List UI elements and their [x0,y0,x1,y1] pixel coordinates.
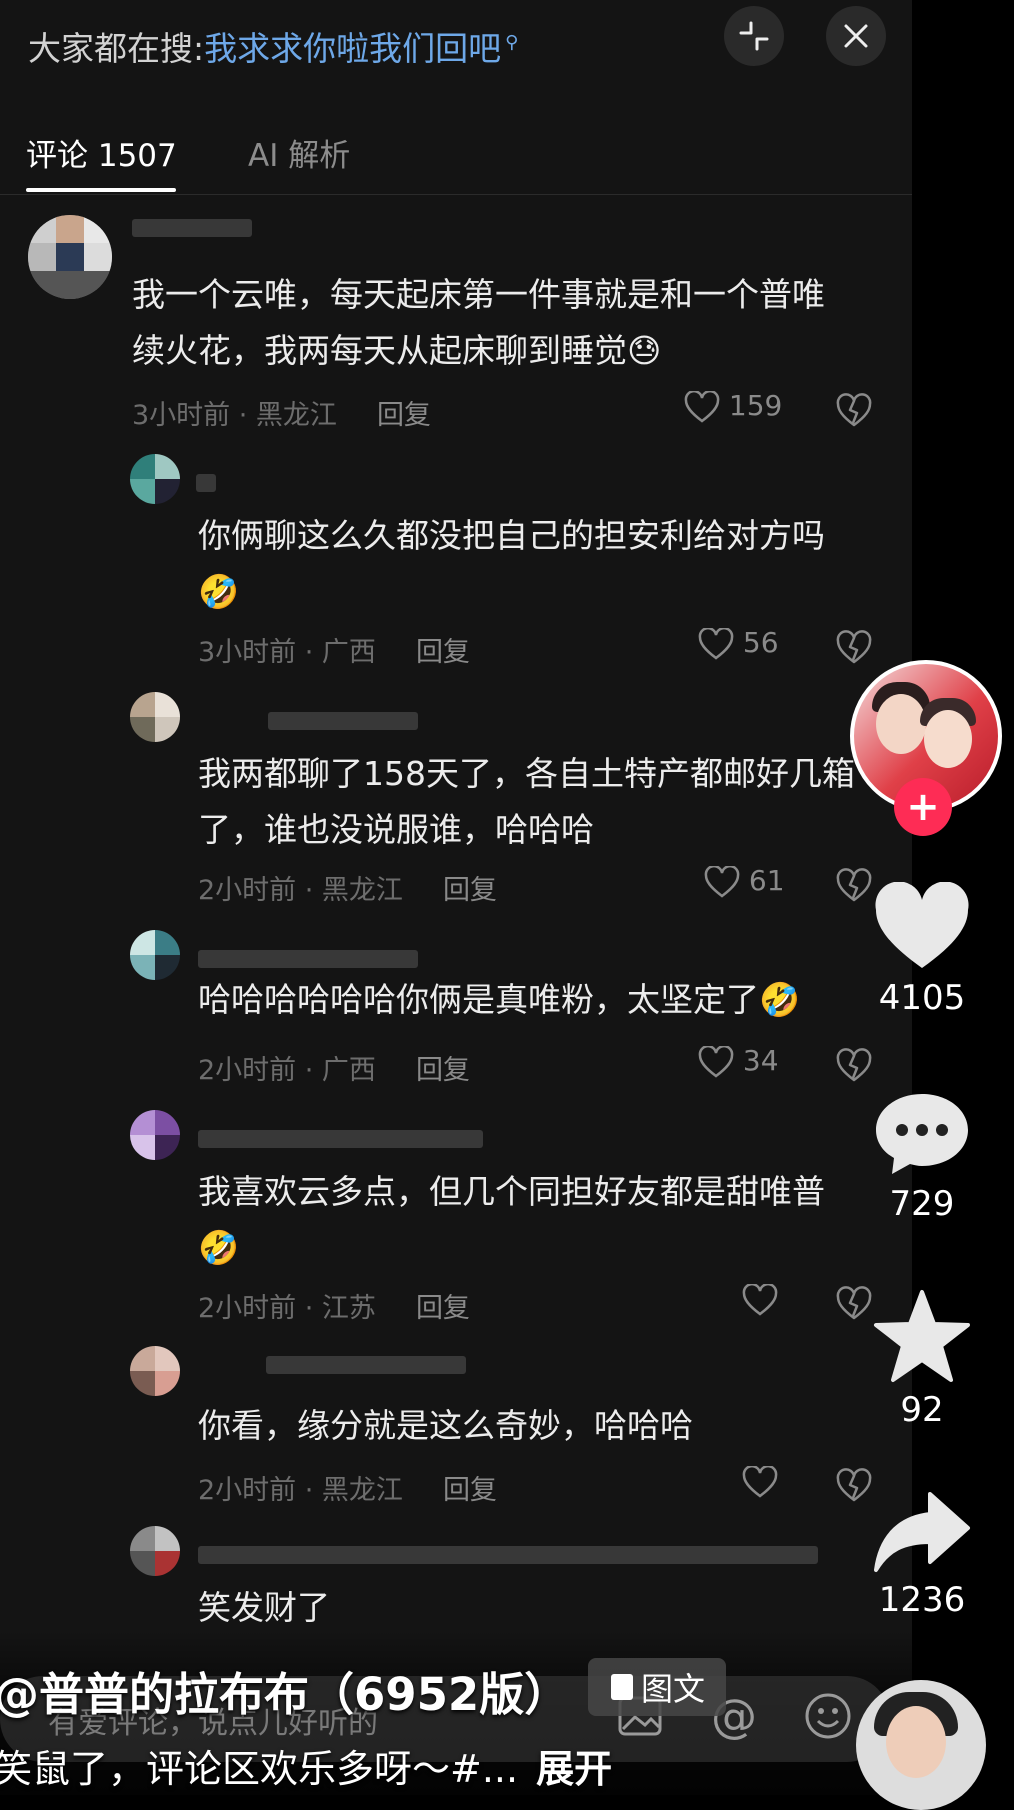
comment-bubble-icon [876,1094,968,1174]
heart-icon [742,1284,778,1316]
comment-meta: 3小时前 · 广西 回复 [198,630,470,669]
comment-text: 我一个云唯，每天起床第一件事就是和一个普唯 续火花，我两每天从起床聊到睡觉😓 [132,275,825,370]
comment-panel: 大家都在搜:我求求你啦我们回吧 ⚲ 评论 1507 AI 解析 我一个云唯，每天… [0,0,912,1795]
username-blurred[interactable] [198,1546,818,1564]
plus-icon: + [906,784,940,830]
comment-meta: 2小时前 · 江苏 回复 [198,1286,470,1325]
like-button[interactable]: 34 [698,1044,779,1078]
document-icon [610,1674,633,1700]
like-button[interactable] [742,1282,778,1316]
comment-time-location: 2小时前 · 黑龙江 [198,875,403,906]
heart-icon [704,866,740,898]
comment-text: 我喜欢云多点，但几个同担好友都是甜唯普 🤣 [198,1172,825,1267]
share-icon [874,1492,970,1572]
heart-icon [698,628,734,660]
heart-icon [742,1466,778,1498]
comment-tabs: 评论 1507 AI 解析 [0,112,912,195]
favorite-button[interactable]: 92 [850,1288,994,1430]
avatar[interactable] [130,930,180,980]
heart-icon [698,1046,734,1078]
comment-time-location: 2小时前 · 江苏 [198,1293,376,1324]
like-button[interactable] [742,1464,778,1498]
collapse-icon [739,21,769,51]
comment-text: 你看，缘分就是这么奇妙，哈哈哈 [198,1406,693,1445]
like-count: 159 [728,389,783,422]
like-button[interactable]: 61 [704,864,785,898]
video-like-count: 4105 [878,978,966,1018]
tab-comments[interactable]: 评论 1507 [26,130,177,175]
dislike-icon[interactable] [836,1048,872,1082]
comments-button[interactable]: 729 [850,1090,994,1224]
comment-time-location: 3小时前 · 黑龙江 [132,400,337,431]
expand-button[interactable]: 展开 [536,1747,612,1791]
like-count: 56 [742,626,779,659]
like-count: 61 [748,864,785,897]
video-author[interactable]: @普普的拉布布（6952版） [0,1658,569,1723]
comment-time-location: 2小时前 · 广西 [198,1055,376,1086]
comment-time-location: 3小时前 · 广西 [198,637,376,668]
like-button[interactable]: 56 [698,626,779,660]
reply-button[interactable]: 回复 [443,1475,497,1506]
image-text-badge[interactable]: 图文 [588,1658,726,1716]
comment-text: 我两都聊了158天了，各自土特产都邮好几箱 了，谁也没说服谁，哈哈哈 [198,754,855,849]
username-blurred[interactable] [198,950,418,968]
comment-time-location: 2小时前 · 黑龙江 [198,1475,403,1506]
trending-search-bar[interactable]: 大家都在搜:我求求你啦我们回吧 ⚲ [0,0,912,90]
avatar[interactable] [28,215,112,299]
username-blurred[interactable] [196,474,216,492]
follow-button[interactable]: + [894,778,952,836]
music-disc[interactable] [856,1680,986,1810]
username-blurred[interactable] [268,712,418,730]
star-icon [874,1290,970,1382]
emoji-button[interactable] [800,1688,856,1744]
reply-button[interactable]: 回复 [443,875,497,906]
avatar[interactable] [130,1526,180,1576]
avatar[interactable] [130,1346,180,1396]
reply-button[interactable]: 回复 [377,400,431,431]
caption-text: 笑鼠了，评论区欢乐多呀～#... [0,1747,519,1791]
emoji-icon [805,1693,851,1739]
search-icon: ⚲ [505,32,519,53]
active-tab-indicator [26,188,176,192]
video-caption: 笑鼠了，评论区欢乐多呀～#... 展开 [0,1738,612,1793]
like-video-button[interactable]: 4105 [850,881,994,1018]
tab-ai-analysis[interactable]: AI 解析 [248,130,350,175]
close-icon [844,24,868,48]
trending-search-text[interactable]: 大家都在搜:我求求你啦我们回吧 ⚲ [28,22,518,70]
comment-meta: 2小时前 · 广西 回复 [198,1048,470,1087]
image-text-label: 图文 [640,1670,705,1708]
search-query[interactable]: 我求求你啦我们回吧 [204,29,501,68]
dislike-icon[interactable] [836,393,872,427]
collapse-button[interactable] [724,6,784,66]
reply-button[interactable]: 回复 [416,1055,470,1086]
reply-button[interactable]: 回复 [416,637,470,668]
search-prefix: 大家都在搜: [28,29,205,68]
comment-meta: 2小时前 · 黑龙江 回复 [198,868,497,907]
bottom-overlay: 有爱评论，说点儿好听的 @ @普普的拉布布（6952版） 图文 笑鼠了，评论区欢… [0,1630,1014,1810]
username-blurred[interactable] [198,1130,483,1148]
heart-icon [684,391,720,423]
avatar[interactable] [130,692,180,742]
favorite-count: 92 [900,1390,944,1430]
dislike-icon[interactable] [836,630,872,664]
share-count: 1236 [878,1580,966,1620]
comment-count: 729 [889,1184,955,1224]
heart-icon [875,881,969,968]
like-button[interactable]: 159 [684,389,782,423]
username-blurred[interactable] [132,219,252,237]
username-blurred[interactable] [266,1356,466,1374]
close-button[interactable] [826,6,886,66]
comment-meta: 3小时前 · 黑龙江 回复 [132,393,431,432]
like-count: 34 [742,1044,779,1077]
comment-meta: 2小时前 · 黑龙江 回复 [198,1468,497,1507]
comment-text: 哈哈哈哈哈哈你俩是真唯粉，太坚定了🤣 [198,980,801,1019]
avatar[interactable] [130,1110,180,1160]
comment-text: 笑发财了 [198,1588,330,1627]
share-button[interactable]: 1236 [850,1490,994,1620]
comment-text: 你俩聊这么久都没把自己的担安利给对方吗 🤣 [198,516,825,611]
avatar[interactable] [130,454,180,504]
reply-button[interactable]: 回复 [416,1293,470,1324]
